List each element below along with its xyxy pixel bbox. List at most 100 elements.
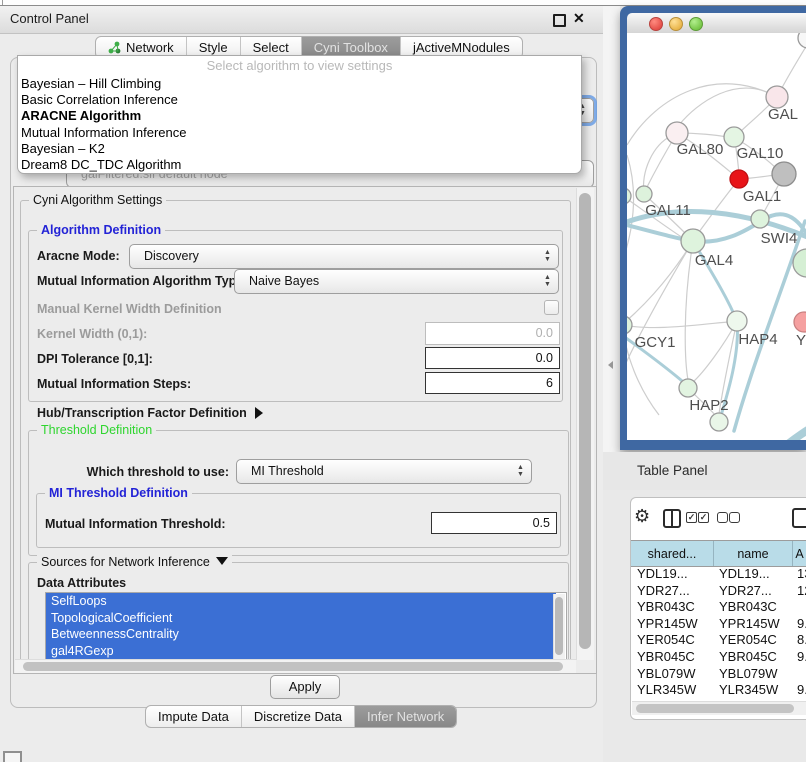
algorithm-option[interactable]: ARACNE Algorithm xyxy=(18,108,581,124)
table-horizontal-scrollbar[interactable] xyxy=(632,701,806,715)
table-row[interactable]: YBL079WYBL079W xyxy=(631,666,806,683)
network-node-gal[interactable] xyxy=(766,86,788,108)
select-all-checkboxes-icon2[interactable]: ✓ xyxy=(698,512,709,523)
sources-title-row[interactable]: Sources for Network Inference xyxy=(37,555,232,569)
splitpane-collapse-icon[interactable] xyxy=(608,361,613,369)
table-cell: YLR345W xyxy=(713,682,791,699)
control-panel-window: Control Panel ✕ Network Style Select Cyn… xyxy=(0,6,603,762)
minimize-traffic-light-icon[interactable] xyxy=(669,17,683,31)
algorithm-option[interactable]: Bayesian – Hill Climbing xyxy=(18,76,581,92)
deselect-checkboxes-icon2[interactable] xyxy=(729,512,740,523)
column-header-partial[interactable]: A xyxy=(793,541,806,566)
network-node-label: GAL4 xyxy=(695,252,733,269)
deselect-checkboxes-icon[interactable] xyxy=(717,512,728,523)
aracne-mode-combobox[interactable]: Discovery ▲▼ xyxy=(129,244,559,269)
table-row[interactable]: YIL052CYIL052C9 xyxy=(631,699,806,700)
attributes-list-scrollbar[interactable] xyxy=(553,594,565,662)
table-row[interactable]: YDL19...YDL19...13 xyxy=(631,566,806,583)
settings-vertical-scrollbar[interactable] xyxy=(576,188,594,660)
table-row[interactable]: YPR145WYPR145W9. xyxy=(631,616,806,633)
attribute-list-item[interactable]: SelfLoops xyxy=(46,593,556,610)
table-cell: 9 xyxy=(791,699,806,700)
expand-right-icon xyxy=(255,407,263,419)
table-cell: 9. xyxy=(791,682,806,699)
split-columns-icon[interactable] xyxy=(663,509,681,528)
table-cell: YPR145W xyxy=(631,616,713,633)
table-panel-title: Table Panel xyxy=(637,463,708,478)
network-node-hap4[interactable] xyxy=(727,311,747,331)
network-node-gal11[interactable] xyxy=(636,186,652,202)
scrollbar-thumb[interactable] xyxy=(579,193,591,649)
tab-discretize-data[interactable]: Discretize Data xyxy=(242,706,355,727)
network-node-hap2[interactable] xyxy=(679,379,697,397)
select-all-checkboxes-icon[interactable]: ✓ xyxy=(686,512,697,523)
table-row[interactable]: YLR345WYLR345W9. xyxy=(631,682,806,699)
network-view-window[interactable]: GALGAL80GAL10GAL1GAL11SWI4GAL4GCY1HAP4YH… xyxy=(620,6,806,450)
kernel-width-field[interactable]: 0.0 xyxy=(425,322,560,345)
tab-impute-data[interactable]: Impute Data xyxy=(146,706,242,727)
network-node-gcy1[interactable] xyxy=(627,316,632,334)
mi-steps-field[interactable]: 6 xyxy=(425,372,560,394)
column-header-name[interactable]: name xyxy=(714,541,793,566)
floating-panel-icon[interactable] xyxy=(3,751,22,762)
mi-type-combobox[interactable]: Naive Bayes ▲▼ xyxy=(234,269,559,294)
settings-horizontal-scrollbar[interactable] xyxy=(15,659,576,673)
table-cell: YDL19... xyxy=(631,566,713,583)
table-cell: YBR043C xyxy=(713,599,791,616)
network-node-label: GAL10 xyxy=(737,145,784,162)
algorithm-option[interactable]: Dream8 DC_TDC Algorithm xyxy=(18,157,581,173)
network-window-titlebar[interactable] xyxy=(627,13,806,33)
scrollbar-thumb[interactable] xyxy=(636,704,794,713)
network-canvas[interactable]: GALGAL80GAL10GAL1GAL11SWI4GAL4GCY1HAP4YH… xyxy=(627,33,806,440)
table-row[interactable]: YER054CYER054C8. xyxy=(631,632,806,649)
cyni-bottom-tab-bar: Impute Data Discretize Data Infer Networ… xyxy=(145,705,457,728)
algorithm-option[interactable]: Mutual Information Inference xyxy=(18,125,581,141)
column-header-shared-name[interactable]: shared... xyxy=(631,541,714,566)
network-node-gal1[interactable] xyxy=(730,170,748,188)
table-mode-icon[interactable] xyxy=(792,508,806,528)
table-cell: YER054C xyxy=(713,632,791,649)
apply-button[interactable]: Apply xyxy=(270,675,340,699)
table-cell: YBR043C xyxy=(631,599,713,616)
table-row[interactable]: YBR045CYBR045C9. xyxy=(631,649,806,666)
mi-threshold-field[interactable]: 0.5 xyxy=(431,512,557,534)
network-node[interactable] xyxy=(710,413,728,431)
scrollbar-thumb[interactable] xyxy=(23,662,563,671)
attribute-list-item[interactable]: TopologicalCoefficient xyxy=(46,610,556,627)
network-node-label: GAL1 xyxy=(743,188,781,205)
tab-infer-network[interactable]: Infer Network xyxy=(355,706,456,727)
attribute-list-item[interactable]: gal4RGexp xyxy=(46,643,556,660)
mi-type-value: Naive Bayes xyxy=(235,270,558,293)
table-body: YDL19...YDL19...13YDR27...YDR27...12YBR0… xyxy=(631,566,806,700)
close-traffic-light-icon[interactable] xyxy=(649,17,663,31)
kernel-width-label: Kernel Width (0,1): xyxy=(37,327,147,341)
network-node-gal10[interactable] xyxy=(724,127,744,147)
attribute-list-item[interactable]: BetweennessCentrality xyxy=(46,626,556,643)
algorithm-prompt: Select algorithm to view settings xyxy=(18,56,581,76)
algorithm-option[interactable]: Basic Correlation Inference xyxy=(18,92,581,108)
gear-icon[interactable]: ⚙ xyxy=(634,506,650,527)
network-node[interactable] xyxy=(798,33,806,48)
data-attributes-list[interactable]: SelfLoopsTopologicalCoefficientBetweenne… xyxy=(45,592,567,664)
network-node-swi4[interactable] xyxy=(751,210,769,228)
network-node-y[interactable] xyxy=(794,312,806,332)
network-node-label: SWI4 xyxy=(761,230,798,247)
table-row[interactable]: YDR27...YDR27...12 xyxy=(631,583,806,600)
threshold-definition-title: Threshold Definition xyxy=(37,423,156,437)
scrollbar-thumb[interactable] xyxy=(555,597,563,655)
table-cell xyxy=(791,599,806,616)
zoom-traffic-light-icon[interactable] xyxy=(689,17,703,31)
manual-kernel-checkbox[interactable] xyxy=(544,300,559,315)
close-icon[interactable]: ✕ xyxy=(573,10,585,27)
dpi-tolerance-field[interactable]: 0.0 xyxy=(425,347,560,369)
float-window-icon[interactable] xyxy=(553,14,566,27)
network-node-gal4[interactable] xyxy=(681,229,705,253)
network-node[interactable] xyxy=(772,162,796,186)
which-threshold-combobox[interactable]: MI Threshold ▲▼ xyxy=(236,459,532,484)
table-row[interactable]: YBR043CYBR043C xyxy=(631,599,806,616)
table-cell: YIL052C xyxy=(631,699,713,700)
algorithm-option[interactable]: Bayesian – K2 xyxy=(18,141,581,157)
manual-kernel-label: Manual Kernel Width Definition xyxy=(37,302,222,316)
table-cell: YBL079W xyxy=(713,666,791,683)
hub-definition-toggle[interactable]: Hub/Transcription Factor Definition xyxy=(37,406,263,420)
